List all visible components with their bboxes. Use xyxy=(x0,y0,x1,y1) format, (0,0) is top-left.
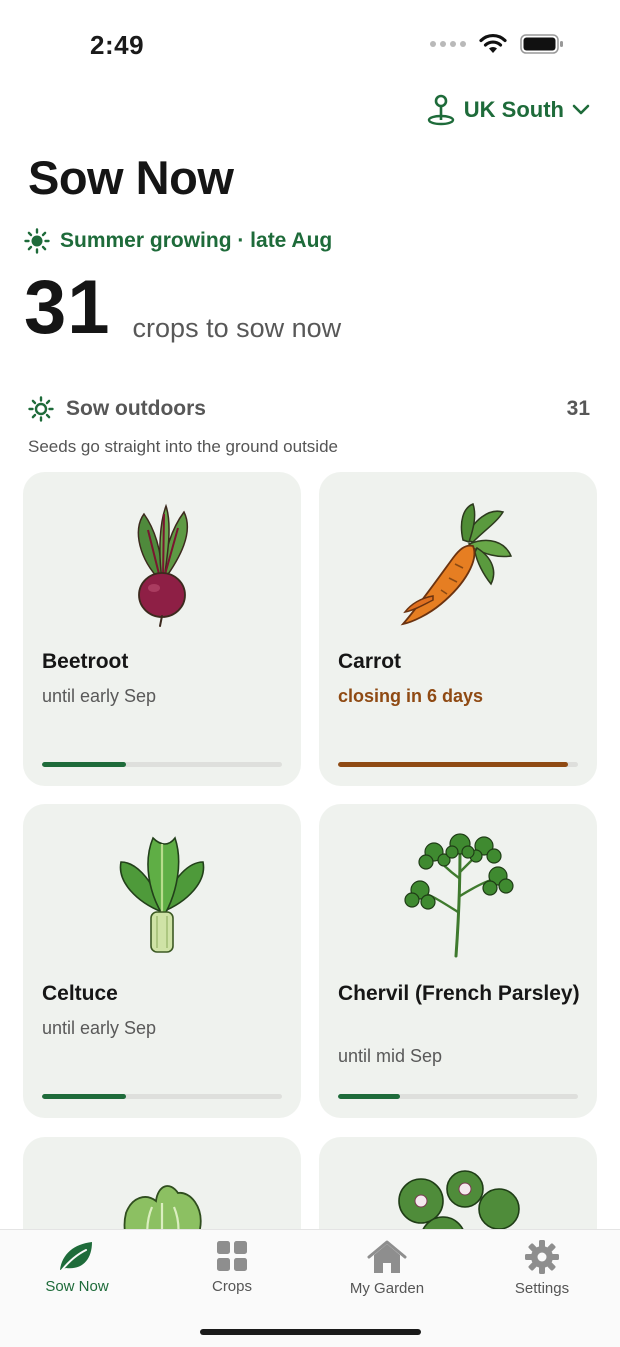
section-header-sow-outdoors: Sow outdoors 31 xyxy=(28,396,590,422)
section-title: Sow outdoors xyxy=(66,397,206,420)
tab-label: Settings xyxy=(514,1280,570,1297)
status-icons xyxy=(430,33,564,55)
celtuce-icon xyxy=(119,836,205,953)
grid-icon xyxy=(217,1241,247,1271)
chevron-down-icon xyxy=(572,104,590,115)
leaf-icon xyxy=(60,1242,92,1271)
gear-icon xyxy=(525,1240,559,1274)
crop-card-chervil[interactable]: Chervil (French Parsley) until mid Sep xyxy=(319,804,597,1118)
page-title: Sow Now xyxy=(28,151,234,204)
crop-count-summary: 31 crops to sow now xyxy=(24,270,341,346)
region-label: UK South xyxy=(463,97,564,122)
crop-status: until early Sep xyxy=(42,1018,157,1038)
crop-name: Carrot xyxy=(338,650,402,673)
crop-card-celtuce[interactable]: Celtuce until early Sep xyxy=(23,804,301,1118)
tab-sow-now[interactable]: Sow Now xyxy=(12,1240,142,1295)
carrot-icon xyxy=(400,503,513,626)
section-count: 31 xyxy=(566,397,590,420)
crop-name: Chervil (French Parsley) xyxy=(338,982,580,1005)
tab-label: Sow Now xyxy=(45,1278,109,1295)
crop-name: Celtuce xyxy=(42,982,118,1005)
location-pin-icon xyxy=(427,94,454,126)
status-bar: 2:49 xyxy=(0,0,620,90)
sowing-window-progress xyxy=(338,762,578,767)
crop-status: until mid Sep xyxy=(338,1046,443,1066)
beetroot-icon xyxy=(137,503,189,627)
section-subtitle: Seeds go straight into the ground outsid… xyxy=(28,437,338,456)
season-indicator: Summer growing · late Aug xyxy=(24,228,332,254)
wifi-icon xyxy=(479,33,507,53)
sowing-window-progress xyxy=(42,1094,282,1099)
sowing-window-progress xyxy=(338,1094,578,1099)
crop-count-number: 31 xyxy=(24,265,111,350)
crop-status: until early Sep xyxy=(42,686,157,706)
crop-status-closing: closing in 6 days xyxy=(338,686,484,706)
sun-icon xyxy=(24,228,50,254)
home-indicator xyxy=(200,1329,421,1335)
tab-crops[interactable]: Crops xyxy=(167,1240,297,1295)
sun-outline-icon xyxy=(28,396,54,422)
sowing-window-progress xyxy=(42,762,282,767)
tab-my-garden[interactable]: My Garden xyxy=(322,1240,452,1297)
tab-label: My Garden xyxy=(349,1280,425,1297)
crop-name: Beetroot xyxy=(42,650,129,673)
battery-icon xyxy=(520,34,563,54)
season-label: Summer growing · late Aug xyxy=(60,229,333,252)
cellular-signal-icon xyxy=(430,41,466,47)
tab-label: Crops xyxy=(211,1278,252,1295)
chervil-icon xyxy=(404,833,514,958)
crop-card-carrot[interactable]: Carrot closing in 6 days xyxy=(319,472,597,786)
status-time: 2:49 xyxy=(90,30,145,60)
region-selector[interactable]: UK South xyxy=(426,94,590,126)
crop-count-text: crops to sow now xyxy=(132,313,342,343)
house-icon xyxy=(367,1240,407,1273)
tab-settings[interactable]: Settings xyxy=(477,1240,607,1297)
crop-card-beetroot[interactable]: Beetroot until early Sep xyxy=(23,472,301,786)
